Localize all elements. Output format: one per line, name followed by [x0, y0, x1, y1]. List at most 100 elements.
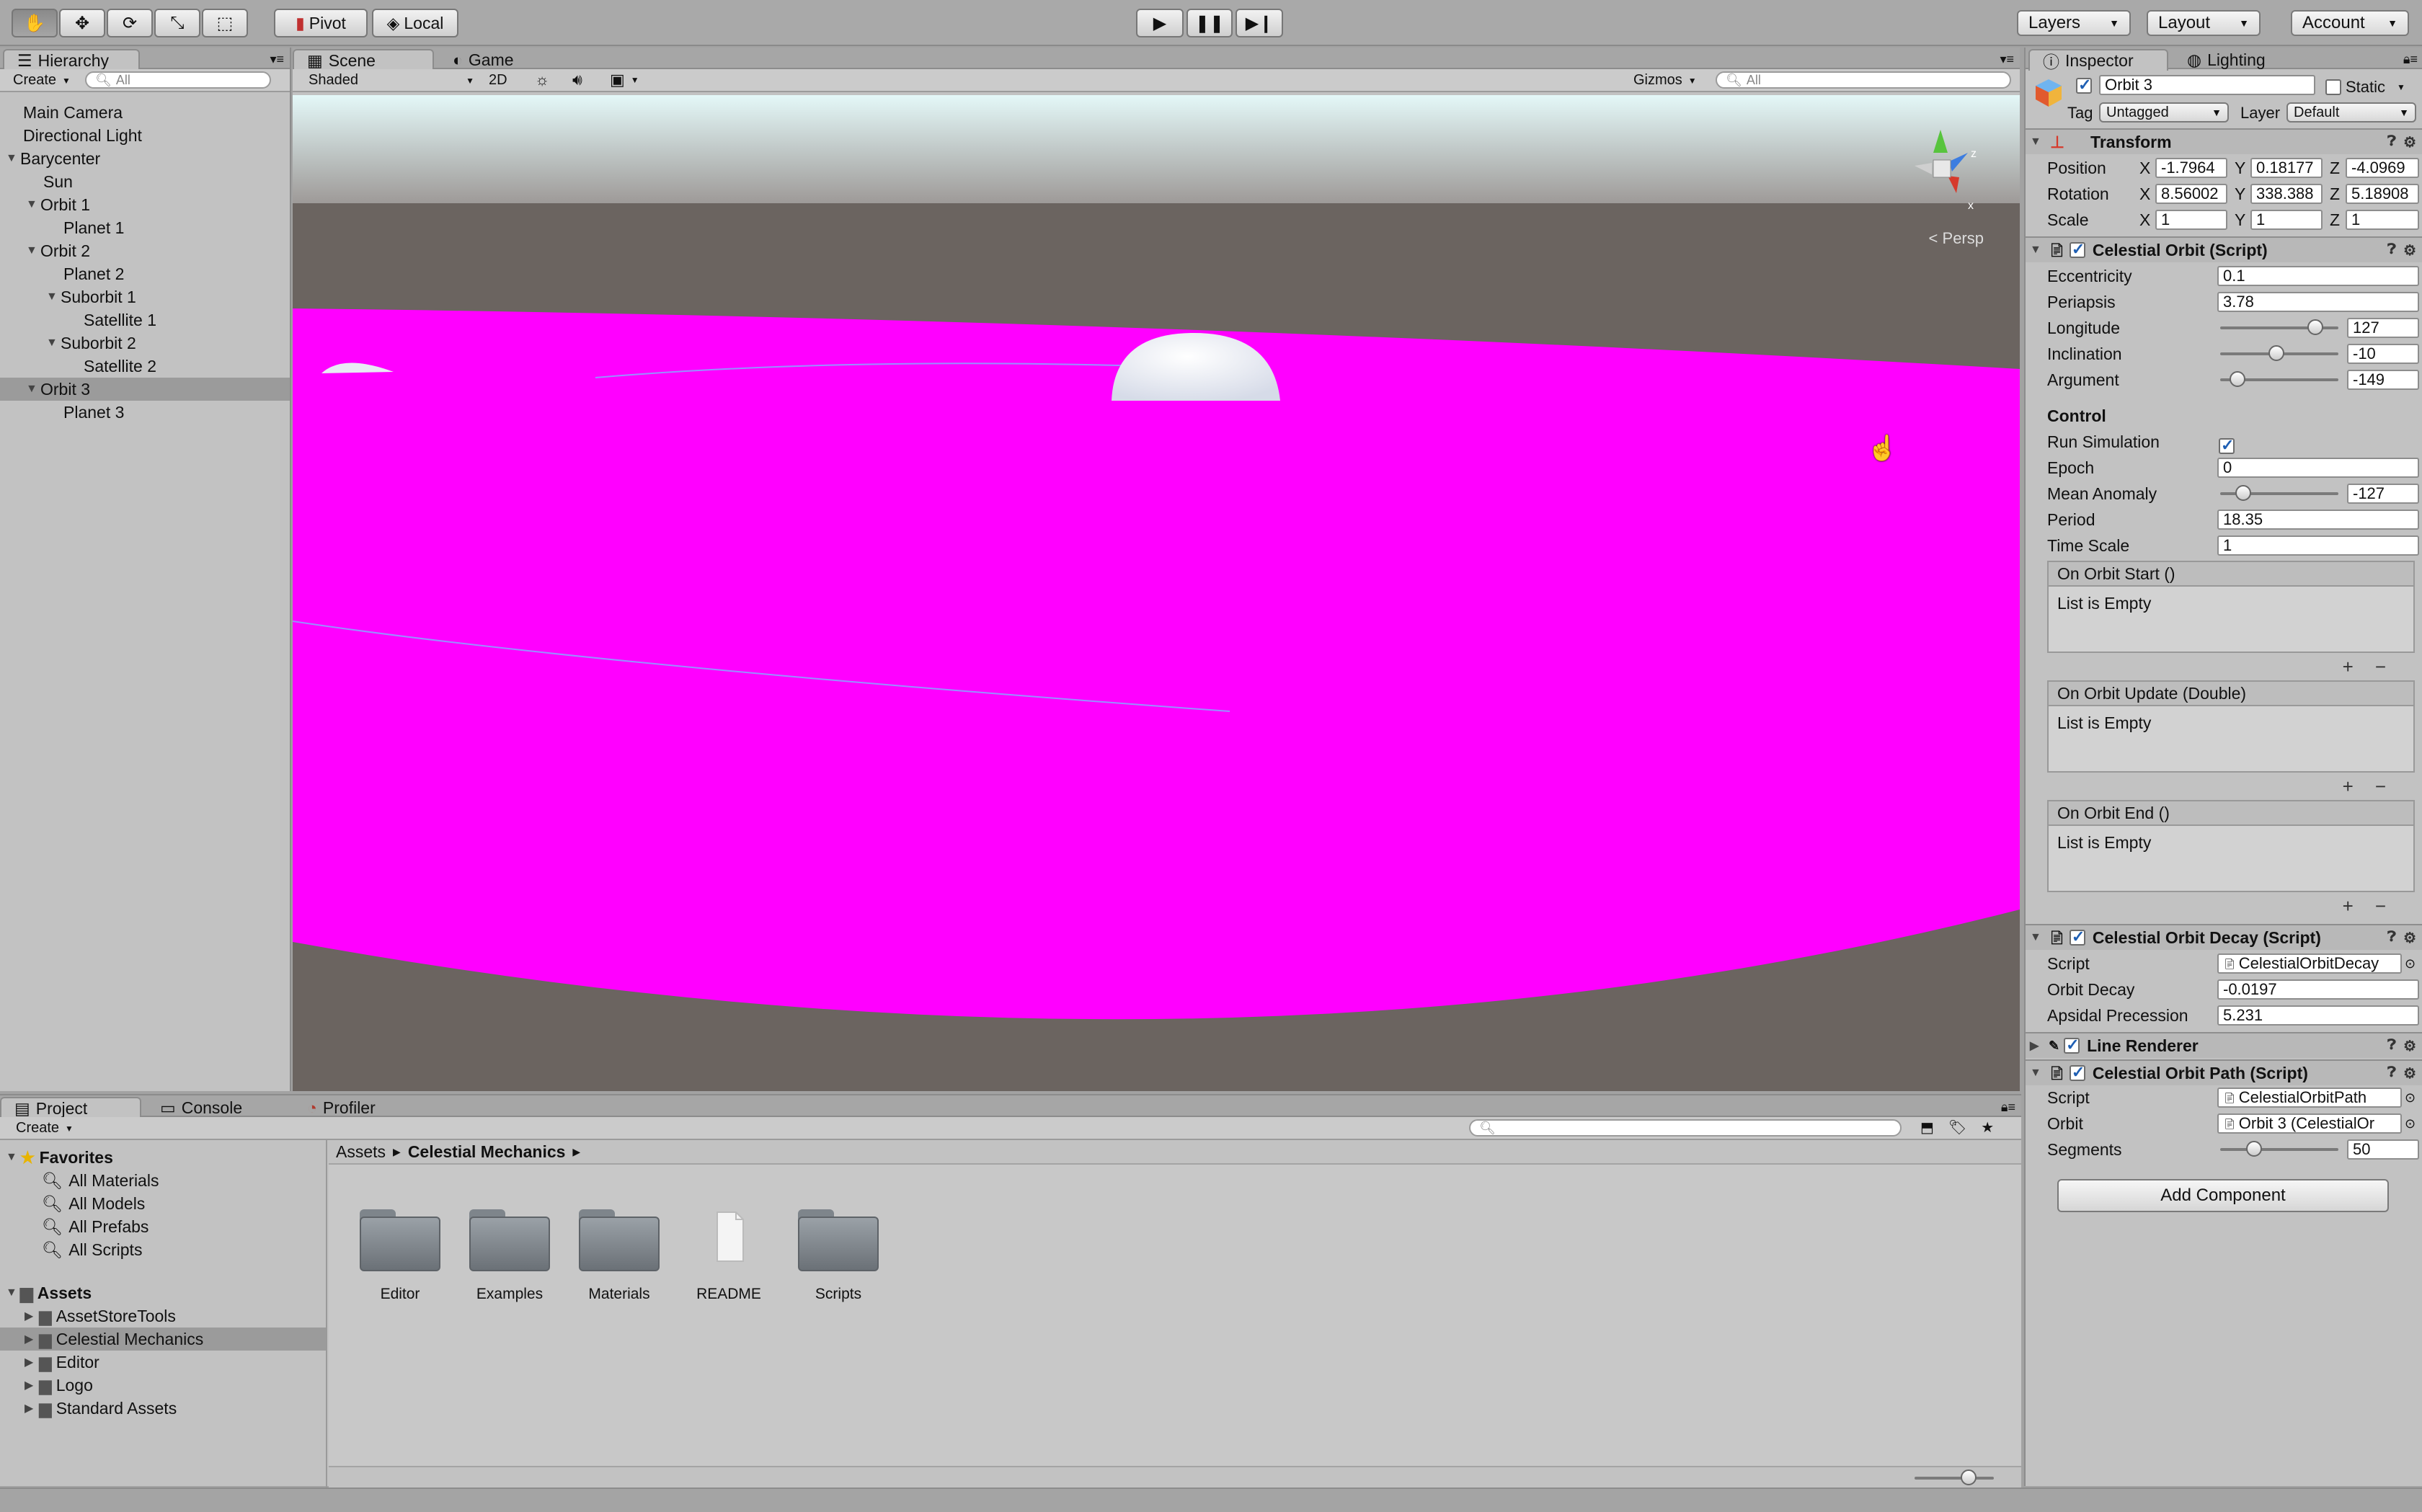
expand-triangle-icon[interactable]: ▶: [25, 1355, 39, 1369]
gizmos-dropdown[interactable]: Gizmos ▼: [1633, 72, 1697, 89]
asset-item[interactable]: Examples: [463, 1209, 556, 1303]
transform-header[interactable]: ▼ ⊥ Transform ❓︎ ⚙: [2026, 128, 2422, 154]
longitude-slider[interactable]: [2220, 319, 2338, 335]
expand-triangle-icon[interactable]: ▶: [25, 1401, 39, 1415]
hierarchy-item[interactable]: Planet 2: [0, 262, 290, 285]
2d-toggle[interactable]: 2D: [489, 72, 507, 89]
shading-mode-dropdown[interactable]: Shaded ▼: [309, 72, 474, 89]
segments-slider[interactable]: [2220, 1141, 2338, 1157]
pivot-toggle[interactable]: ▮ Pivot: [274, 9, 368, 37]
breadcrumb-item[interactable]: Assets: [336, 1142, 386, 1162]
gear-icon[interactable]: ⚙: [2403, 1064, 2416, 1082]
scale-y-field[interactable]: 1: [2250, 210, 2323, 230]
static-checkbox[interactable]: [2325, 79, 2341, 95]
run-simulation-checkbox[interactable]: [2219, 436, 2235, 455]
gear-icon[interactable]: ⚙: [2403, 929, 2416, 947]
play-button[interactable]: ▶: [1136, 9, 1184, 37]
period-field[interactable]: 18.35: [2217, 510, 2419, 530]
filter-type-icon[interactable]: ⬒: [1920, 1119, 1934, 1137]
expand-triangle-icon[interactable]: ▶: [2030, 1039, 2044, 1053]
component-enabled-checkbox[interactable]: [2069, 240, 2085, 259]
layer-dropdown[interactable]: Default ▼: [2286, 102, 2416, 123]
tag-dropdown[interactable]: Untagged ▼: [2099, 102, 2229, 123]
asset-folder-item[interactable]: ▶ ▆ Standard Assets: [0, 1397, 326, 1420]
hierarchy-item-selected[interactable]: ▼ Orbit 3: [0, 378, 290, 401]
scale-tool-button[interactable]: ⤡: [154, 9, 200, 37]
expand-triangle-icon[interactable]: ▼: [46, 290, 61, 303]
event-add-remove[interactable]: +−: [2343, 656, 2408, 678]
rotation-y-field[interactable]: 338.388: [2250, 184, 2323, 204]
scale-x-field[interactable]: 1: [2155, 210, 2227, 230]
collapse-triangle-icon[interactable]: ▼: [2030, 1067, 2044, 1080]
asset-folder-item[interactable]: ▶ ▆ AssetStoreTools: [0, 1304, 326, 1328]
add-icon[interactable]: +: [2343, 895, 2375, 917]
help-icon[interactable]: ❓︎: [2387, 1037, 2396, 1055]
longitude-field[interactable]: 127: [2347, 318, 2419, 338]
hierarchy-item[interactable]: Planet 3: [0, 401, 290, 424]
favorite-item[interactable]: 🔍︎ All Scripts: [0, 1238, 326, 1261]
rotation-x-field[interactable]: 8.56002: [2155, 184, 2227, 204]
inclination-field[interactable]: -10: [2347, 344, 2419, 364]
collapse-triangle-icon[interactable]: ▼: [2030, 931, 2044, 944]
add-icon[interactable]: +: [2343, 775, 2375, 797]
help-icon[interactable]: ❓︎: [2387, 133, 2396, 151]
expand-triangle-icon[interactable]: ▼: [46, 337, 61, 350]
effects-toggle-icon[interactable]: ▣ ▼: [610, 71, 639, 89]
persp-label[interactable]: < Persp: [1929, 229, 1984, 248]
add-component-button[interactable]: Add Component: [2057, 1179, 2389, 1212]
position-x-field[interactable]: -1.7964: [2155, 158, 2227, 178]
remove-icon[interactable]: −: [2375, 656, 2408, 677]
path-script-field[interactable]: 📄︎ CelestialOrbitPath: [2217, 1088, 2402, 1108]
icon-size-slider[interactable]: [1915, 1469, 1994, 1485]
hierarchy-item[interactable]: Satellite 2: [0, 355, 290, 378]
hierarchy-search-input[interactable]: 🔍︎ All: [85, 71, 271, 89]
hierarchy-item[interactable]: Directional Light: [0, 124, 290, 147]
rotation-z-field[interactable]: 5.18908: [2346, 184, 2419, 204]
rect-tool-button[interactable]: ⬚: [202, 9, 248, 37]
gear-icon[interactable]: ⚙: [2403, 133, 2416, 151]
tab-project[interactable]: ▤ Project: [0, 1097, 141, 1119]
hierarchy-item[interactable]: Planet 1: [0, 216, 290, 239]
favorite-item[interactable]: 🔍︎ All Prefabs: [0, 1215, 326, 1238]
component-enabled-checkbox[interactable]: [2069, 928, 2085, 946]
static-toggle[interactable]: Static ▼: [2325, 78, 2405, 97]
position-z-field[interactable]: -4.0969: [2346, 158, 2419, 178]
asset-folder-item[interactable]: ▶ ▆ Editor: [0, 1351, 326, 1374]
argument-slider[interactable]: [2220, 371, 2338, 387]
breadcrumb-item[interactable]: Celestial Mechanics: [408, 1142, 566, 1162]
asset-item[interactable]: Scripts: [791, 1209, 885, 1303]
orbit-decay-header[interactable]: ▼ 📄︎ Celestial Orbit Decay (Script) ❓︎ ⚙: [2026, 924, 2422, 950]
epoch-field[interactable]: 0: [2217, 458, 2419, 478]
slider-knob[interactable]: [2268, 345, 2284, 361]
asset-item[interactable]: Editor: [353, 1209, 447, 1303]
gear-icon[interactable]: ⚙: [2403, 241, 2416, 259]
position-y-field[interactable]: 0.18177: [2250, 158, 2323, 178]
hierarchy-item[interactable]: ▼ Barycenter: [0, 147, 290, 170]
panel-menu-icon[interactable]: ▾≡: [270, 52, 284, 67]
help-icon[interactable]: ❓︎: [2387, 241, 2396, 259]
hierarchy-item[interactable]: Main Camera: [0, 101, 290, 124]
object-picker-icon[interactable]: ⊙: [2405, 1090, 2416, 1106]
hierarchy-item[interactable]: ▼ Orbit 2: [0, 239, 290, 262]
help-icon[interactable]: ❓︎: [2387, 1064, 2396, 1082]
periapsis-field[interactable]: 3.78: [2217, 292, 2419, 312]
expand-triangle-icon[interactable]: ▶: [25, 1332, 39, 1346]
slider-knob[interactable]: [2235, 485, 2252, 501]
scale-z-field[interactable]: 1: [2346, 210, 2419, 230]
line-renderer-header[interactable]: ▶ ✎ Line Renderer ❓︎ ⚙: [2026, 1032, 2422, 1058]
remove-icon[interactable]: −: [2375, 775, 2408, 797]
expand-triangle-icon[interactable]: ▼: [6, 152, 20, 165]
pause-button[interactable]: ❚❚: [1186, 9, 1233, 37]
lock-menu-icon[interactable]: 🔒︎≡: [2403, 52, 2418, 67]
tab-inspector[interactable]: ⓘ Inspector: [2028, 49, 2168, 71]
inclination-slider[interactable]: [2220, 345, 2338, 361]
gear-icon[interactable]: ⚙: [2403, 1037, 2416, 1055]
object-name-field[interactable]: Orbit 3: [2099, 75, 2315, 95]
decay-script-field[interactable]: 📄︎ CelestialOrbitDecay: [2217, 953, 2402, 974]
tab-lighting[interactable]: ◍ Lighting: [2174, 49, 2289, 71]
expand-triangle-icon[interactable]: ▶: [25, 1378, 39, 1392]
expand-triangle-icon[interactable]: ▼: [26, 244, 40, 257]
label-tag-icon[interactable]: 🏷︎: [1948, 1119, 1966, 1137]
active-checkbox[interactable]: [2076, 76, 2092, 98]
asset-item[interactable]: Materials: [572, 1209, 666, 1303]
